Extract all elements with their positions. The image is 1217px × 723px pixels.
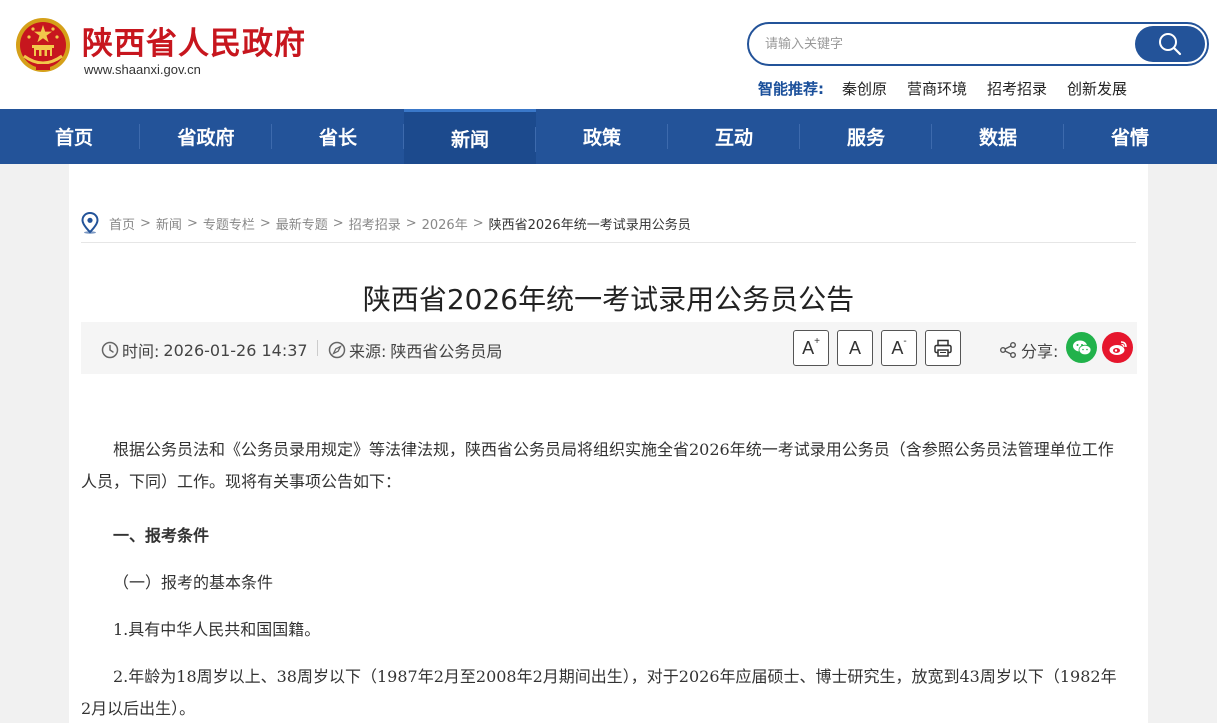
nav-item-policy[interactable]: 政策: [536, 109, 668, 164]
search-input[interactable]: [765, 33, 1125, 55]
source-label: 来源:: [349, 342, 387, 361]
breadcrumb: 首页 > 新闻 > 专题专栏 > 最新专题 > 招考招录 > 2026年 > 陕…: [81, 212, 691, 234]
weibo-icon: [1109, 340, 1127, 355]
subsection-heading: （一）报考的基本条件: [113, 573, 274, 592]
nav-item-governor[interactable]: 省长: [272, 109, 404, 164]
nav-item-home[interactable]: 首页: [8, 109, 140, 164]
printer-icon: [934, 339, 952, 357]
time-label: 时间:: [122, 342, 160, 361]
nav-item-service[interactable]: 服务: [800, 109, 932, 164]
breadcrumb-latest-topics[interactable]: 最新专题: [276, 214, 328, 233]
nav-item-data[interactable]: 数据: [932, 109, 1064, 164]
plus-icon: +: [814, 335, 820, 347]
breadcrumb-recruitment[interactable]: 招考招录: [349, 214, 401, 233]
breadcrumb-separator: >: [332, 215, 344, 231]
breadcrumb-home[interactable]: 首页: [109, 214, 135, 233]
smart-recommend: 智能推荐: 秦创原 营商环境 招考招录 创新发展: [758, 78, 1147, 99]
breadcrumb-separator: >: [186, 215, 198, 231]
time-value: 2026-01-26 14:37: [163, 340, 308, 360]
nav-item-province-info[interactable]: 省情: [1064, 109, 1196, 164]
print-button[interactable]: [925, 330, 961, 366]
site-title[interactable]: 陕西省人民政府: [82, 18, 306, 63]
font-reset-label: A: [848, 337, 861, 358]
share-icon: [1000, 342, 1016, 358]
condition-item-2: 2.年龄为18周岁以上、38周岁以下（1987年2月至2008年2月期间出生），…: [81, 667, 1117, 718]
font-decrease-label: A: [891, 337, 904, 358]
article-container: 首页 > 新闻 > 专题专栏 > 最新专题 > 招考招录 > 2026年 > 陕…: [69, 164, 1148, 723]
search-button[interactable]: [1135, 26, 1205, 62]
search-icon: [1159, 33, 1182, 56]
nav-item-government[interactable]: 省政府: [140, 109, 272, 164]
font-reset-button[interactable]: A: [837, 330, 873, 366]
article-body: 根据公务员法和《公务员录用规定》等法律法规，陕西省公务员局将组织实施全省2026…: [81, 434, 1126, 718]
share-weibo-button[interactable]: [1102, 332, 1133, 363]
recommend-item-recruitment[interactable]: 招考招录: [987, 78, 1047, 99]
recommend-item-qinchuangyuan[interactable]: 秦创原: [842, 78, 887, 99]
article-source: 来源: 陕西省公务员局: [328, 338, 502, 362]
breadcrumb-separator: >: [259, 215, 271, 231]
share-area: 分享:: [999, 338, 1058, 362]
breadcrumb-news[interactable]: 新闻: [156, 214, 182, 233]
intro-paragraph: 根据公务员法和《公务员录用规定》等法律法规，陕西省公务员局将组织实施全省2026…: [81, 440, 1114, 491]
font-increase-label: A: [802, 337, 815, 358]
recommend-item-business-environment[interactable]: 营商环境: [907, 78, 967, 99]
recommend-item-innovation[interactable]: 创新发展: [1067, 78, 1127, 99]
section-heading: 一、报考条件: [113, 526, 210, 545]
breadcrumb-separator: >: [140, 215, 151, 231]
publish-time: 时间: 2026-01-26 14:37: [101, 338, 308, 362]
search-box: [747, 22, 1209, 66]
share-label: 分享:: [1021, 342, 1059, 361]
national-emblem-icon: [16, 18, 70, 72]
source-value: 陕西省公务员局: [390, 342, 503, 361]
breadcrumb-separator: >: [405, 215, 417, 231]
main-nav: 首页 省政府 省长 新闻 政策 互动 服务 数据 省情: [0, 109, 1217, 164]
nav-item-news[interactable]: 新闻: [404, 109, 536, 164]
meta-divider: [317, 340, 318, 356]
article-meta-bar: 时间: 2026-01-26 14:37 来源: 陕西省公务员局 A + A A-: [81, 322, 1137, 374]
breadcrumb-separator: >: [472, 215, 484, 231]
nav-item-interaction[interactable]: 互动: [668, 109, 800, 164]
breadcrumb-year[interactable]: 2026年: [422, 214, 468, 233]
font-increase-button[interactable]: A +: [793, 330, 829, 366]
share-wechat-button[interactable]: [1066, 332, 1097, 363]
condition-item-1: 1.具有中华人民共和国国籍。: [113, 620, 321, 639]
clock-icon: [101, 341, 119, 359]
article-title: 陕西省2026年统一考试录用公务员公告: [362, 283, 855, 316]
location-pin-icon: [81, 212, 99, 234]
font-decrease-button[interactable]: A-: [881, 330, 917, 366]
compass-icon: [328, 341, 346, 359]
breadcrumb-special-column[interactable]: 专题专栏: [203, 214, 255, 233]
recommend-label: 智能推荐:: [758, 80, 824, 98]
breadcrumb-current: 陕西省2026年统一考试录用公务员: [488, 217, 691, 233]
wechat-icon: [1072, 340, 1091, 355]
minus-icon: -: [903, 335, 907, 347]
site-domain: www.shaanxi.gov.cn: [84, 62, 201, 77]
site-header: 陕西省人民政府 www.shaanxi.gov.cn 智能推荐: 秦创原 营商环…: [0, 0, 1217, 109]
breadcrumb-divider: [81, 242, 1136, 243]
